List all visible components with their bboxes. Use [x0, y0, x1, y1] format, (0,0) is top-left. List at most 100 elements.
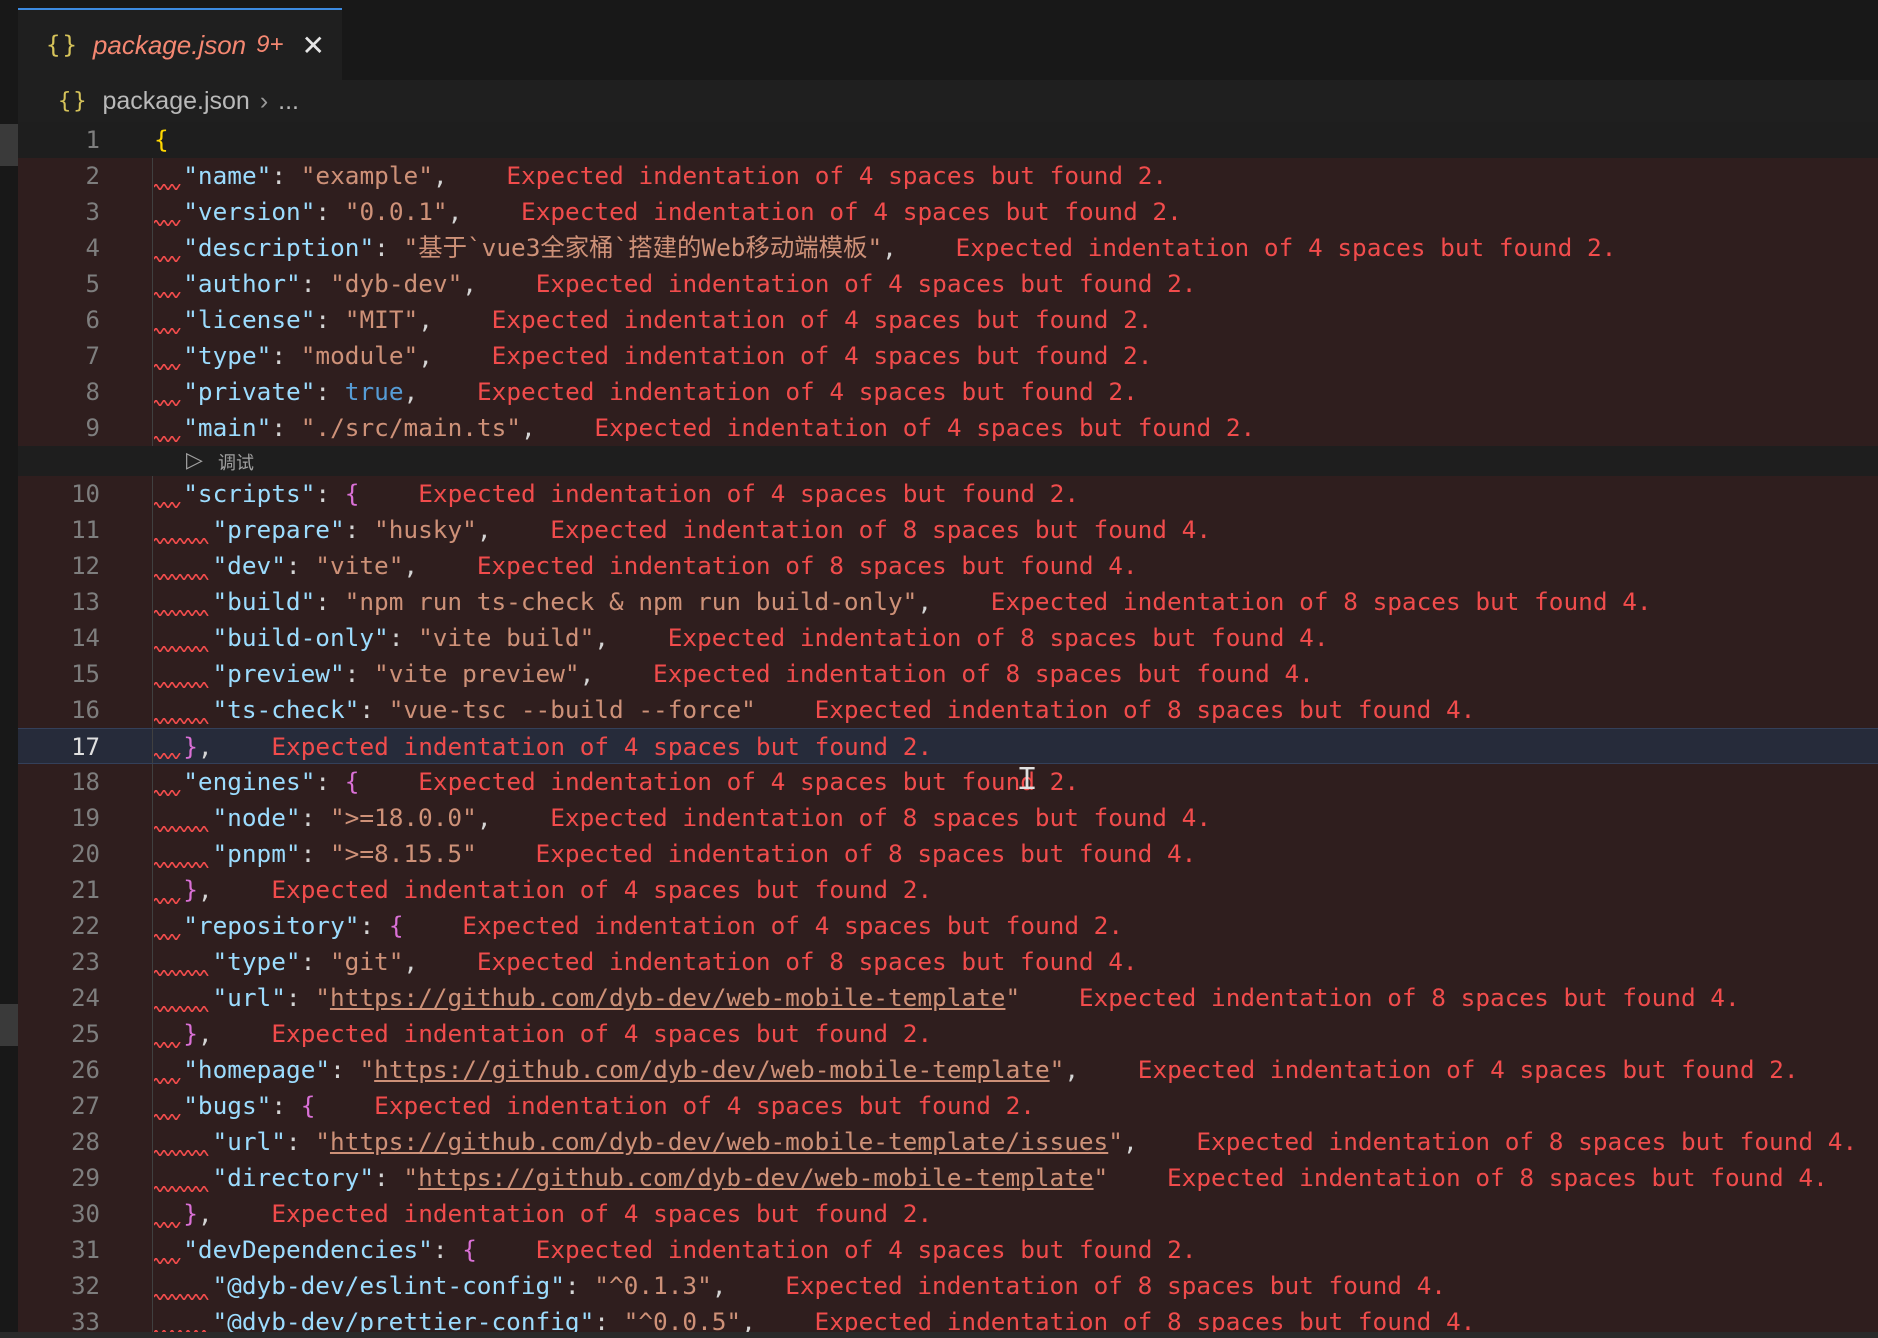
- diagnostic-message: Expected indentation of 4 spaces but fou…: [432, 305, 1153, 334]
- punctuation: :: [285, 551, 316, 580]
- code-line[interactable]: 15 "preview": "vite preview", Expected in…: [18, 656, 1878, 692]
- line-number: 20: [71, 840, 100, 868]
- punctuation: ,: [197, 875, 213, 904]
- line-number: 16: [71, 696, 100, 724]
- bracket: }: [183, 1019, 198, 1048]
- code-line[interactable]: 3 "version": "0.0.1", Expected indentatio…: [18, 194, 1878, 230]
- code-line[interactable]: 18 "engines": { Expected indentation of 4…: [18, 764, 1878, 800]
- error-squiggle: [154, 184, 181, 190]
- code-line[interactable]: 17}, Expected indentation of 4 spaces bu…: [18, 728, 1878, 764]
- indent-guide: [152, 1196, 153, 1232]
- line-number: 23: [71, 948, 100, 976]
- code-line[interactable]: 29 "directory": "https://github.com/dyb-d…: [18, 1160, 1878, 1196]
- punctuation: :: [432, 1235, 463, 1264]
- indent-guide: [152, 764, 153, 800]
- code-line[interactable]: 30}, Expected indentation of 4 spaces bu…: [18, 1196, 1878, 1232]
- diagnostic-message: Expected indentation of 4 spaces but fou…: [418, 377, 1138, 406]
- code-line[interactable]: 4 "description": "基于`vue3全家桶`搭建的Web移动端模板"…: [18, 230, 1878, 266]
- punctuation: :: [271, 413, 301, 442]
- json-string: ": [359, 1055, 375, 1084]
- code-line[interactable]: 21}, Expected indentation of 4 spaces bu…: [18, 872, 1878, 908]
- code-line[interactable]: 14 "build-only": "vite build", Expected i…: [18, 620, 1878, 656]
- code-line[interactable]: 25}, Expected indentation of 4 spaces bu…: [18, 1016, 1878, 1052]
- code-line[interactable]: 10 "scripts": { Expected indentation of 4…: [18, 476, 1878, 512]
- line-number: 2: [85, 162, 100, 190]
- diagnostic-message: Expected indentation of 4 spaces but fou…: [315, 1091, 1035, 1120]
- code-line[interactable]: 19 "node": ">=18.0.0", Expected indentati…: [18, 800, 1878, 836]
- bottom-edge: [0, 1332, 1878, 1338]
- punctuation: :: [374, 233, 404, 262]
- json-string: "^0.1.3": [594, 1271, 712, 1300]
- line-number: 10: [71, 480, 100, 508]
- punctuation: ,: [594, 623, 609, 652]
- tab-package-json[interactable]: {} package.json 9+ ✕: [18, 8, 342, 80]
- json-key: "name": [183, 161, 272, 190]
- code-line[interactable]: 31 "devDependencies": { Expected indentat…: [18, 1232, 1878, 1268]
- code-line[interactable]: 12 "dev": "vite", Expected indentation of…: [18, 548, 1878, 584]
- json-string: "dyb-dev": [330, 269, 463, 298]
- code-line[interactable]: 9 "main": "./src/main.ts", Expected inden…: [18, 410, 1878, 446]
- code-text: "dev": "vite", Expected indentation of 8…: [212, 548, 1137, 584]
- code-line[interactable]: 13 "build": "npm run ts-check & npm run b…: [18, 584, 1878, 620]
- code-line[interactable]: 11 "prepare": "husky", Expected indentati…: [18, 512, 1878, 548]
- diagnostic-message: Expected indentation of 4 spaces but fou…: [535, 413, 1256, 442]
- indent-guide: [152, 158, 153, 194]
- punctuation: ,: [447, 197, 463, 226]
- code-line[interactable]: 5 "author": "dyb-dev", Expected indentati…: [18, 266, 1878, 302]
- text-cursor-icon: Ｉ: [1012, 762, 1042, 797]
- line-number: 31: [71, 1236, 100, 1264]
- code-line[interactable]: 7 "type": "module", Expected indentation …: [18, 338, 1878, 374]
- code-line[interactable]: 2 "name": "example", Expected indentation…: [18, 158, 1878, 194]
- code-line[interactable]: 1{: [18, 122, 1878, 158]
- json-key: "preview": [212, 659, 345, 688]
- punctuation: ,: [197, 732, 213, 761]
- punctuation: ,: [1064, 1055, 1080, 1084]
- punctuation: ,: [432, 161, 448, 190]
- json-url[interactable]: https://github.com/dyb-dev/web-mobile-te…: [374, 1055, 1049, 1084]
- line-number: 18: [71, 768, 100, 796]
- chevron-right-icon: ›: [259, 86, 269, 115]
- line-number: 1: [85, 126, 100, 154]
- code-line[interactable]: 23 "type": "git", Expected indentation of…: [18, 944, 1878, 980]
- punctuation: :: [330, 1055, 360, 1084]
- code-editor[interactable]: 1{ 2 "name": "example", Expected indentati…: [18, 122, 1878, 1338]
- diagnostic-message: Expected indentation of 8 spaces but fou…: [1108, 1163, 1828, 1192]
- error-squiggle: [154, 1222, 181, 1228]
- json-key: "homepage": [183, 1055, 331, 1084]
- indent-guide: [152, 872, 153, 908]
- close-icon[interactable]: ✕: [302, 29, 325, 62]
- indent-guide: [152, 548, 153, 584]
- json-url[interactable]: https://github.com/dyb-dev/web-mobile-te…: [330, 983, 1005, 1012]
- error-squiggle: [154, 400, 181, 406]
- indent-guide: [152, 1016, 153, 1052]
- debug-codelens[interactable]: ▷ 调试: [18, 446, 1878, 476]
- json-key: "pnpm": [212, 839, 301, 868]
- json-key: "devDependencies": [183, 1235, 433, 1264]
- indent-guide: [152, 1232, 153, 1268]
- code-line[interactable]: 22 "repository": { Expected indentation o…: [18, 908, 1878, 944]
- code-line[interactable]: 6 "license": "MIT", Expected indentation …: [18, 302, 1878, 338]
- code-line[interactable]: 8 "private": true, Expected indentation o…: [18, 374, 1878, 410]
- breadcrumb-symbols[interactable]: ...: [278, 87, 299, 116]
- diagnostic-message: Expected indentation of 4 spaces but fou…: [359, 767, 1080, 796]
- json-url[interactable]: https://github.com/dyb-dev/web-mobile-te…: [330, 1127, 1108, 1156]
- code-line[interactable]: 24 "url": "https://github.com/dyb-dev/web…: [18, 980, 1878, 1016]
- json-key: "directory": [212, 1163, 374, 1192]
- code-line[interactable]: 16 "ts-check": "vue-tsc --build --force" …: [18, 692, 1878, 728]
- json-string: "vite preview": [374, 659, 580, 688]
- code-line[interactable]: 20 "pnpm": ">=8.15.5" Expected indentatio…: [18, 836, 1878, 872]
- error-squiggle: [154, 753, 181, 759]
- diagnostic-message: Expected indentation of 4 spaces but fou…: [432, 341, 1153, 370]
- code-line[interactable]: 27 "bugs": { Expected indentation of 4 sp…: [18, 1088, 1878, 1124]
- line-number: 29: [71, 1164, 100, 1192]
- code-line[interactable]: 28 "url": "https://github.com/dyb-dev/web…: [18, 1124, 1878, 1160]
- code-line[interactable]: 26 "homepage": "https://github.com/dyb-de…: [18, 1052, 1878, 1088]
- code-line[interactable]: 32 "@dyb-dev/eslint-config": "^0.1.3", Ex…: [18, 1268, 1878, 1304]
- json-url[interactable]: https://github.com/dyb-dev/web-mobile-te…: [418, 1163, 1093, 1192]
- indent-guide: [152, 476, 153, 512]
- punctuation: ,: [579, 659, 595, 688]
- code-text: "name": "example", Expected indentation …: [183, 158, 1167, 194]
- line-number: 19: [71, 804, 100, 832]
- code-text: }, Expected indentation of 4 spaces but …: [183, 872, 932, 908]
- breadcrumb-file[interactable]: package.json: [103, 87, 250, 116]
